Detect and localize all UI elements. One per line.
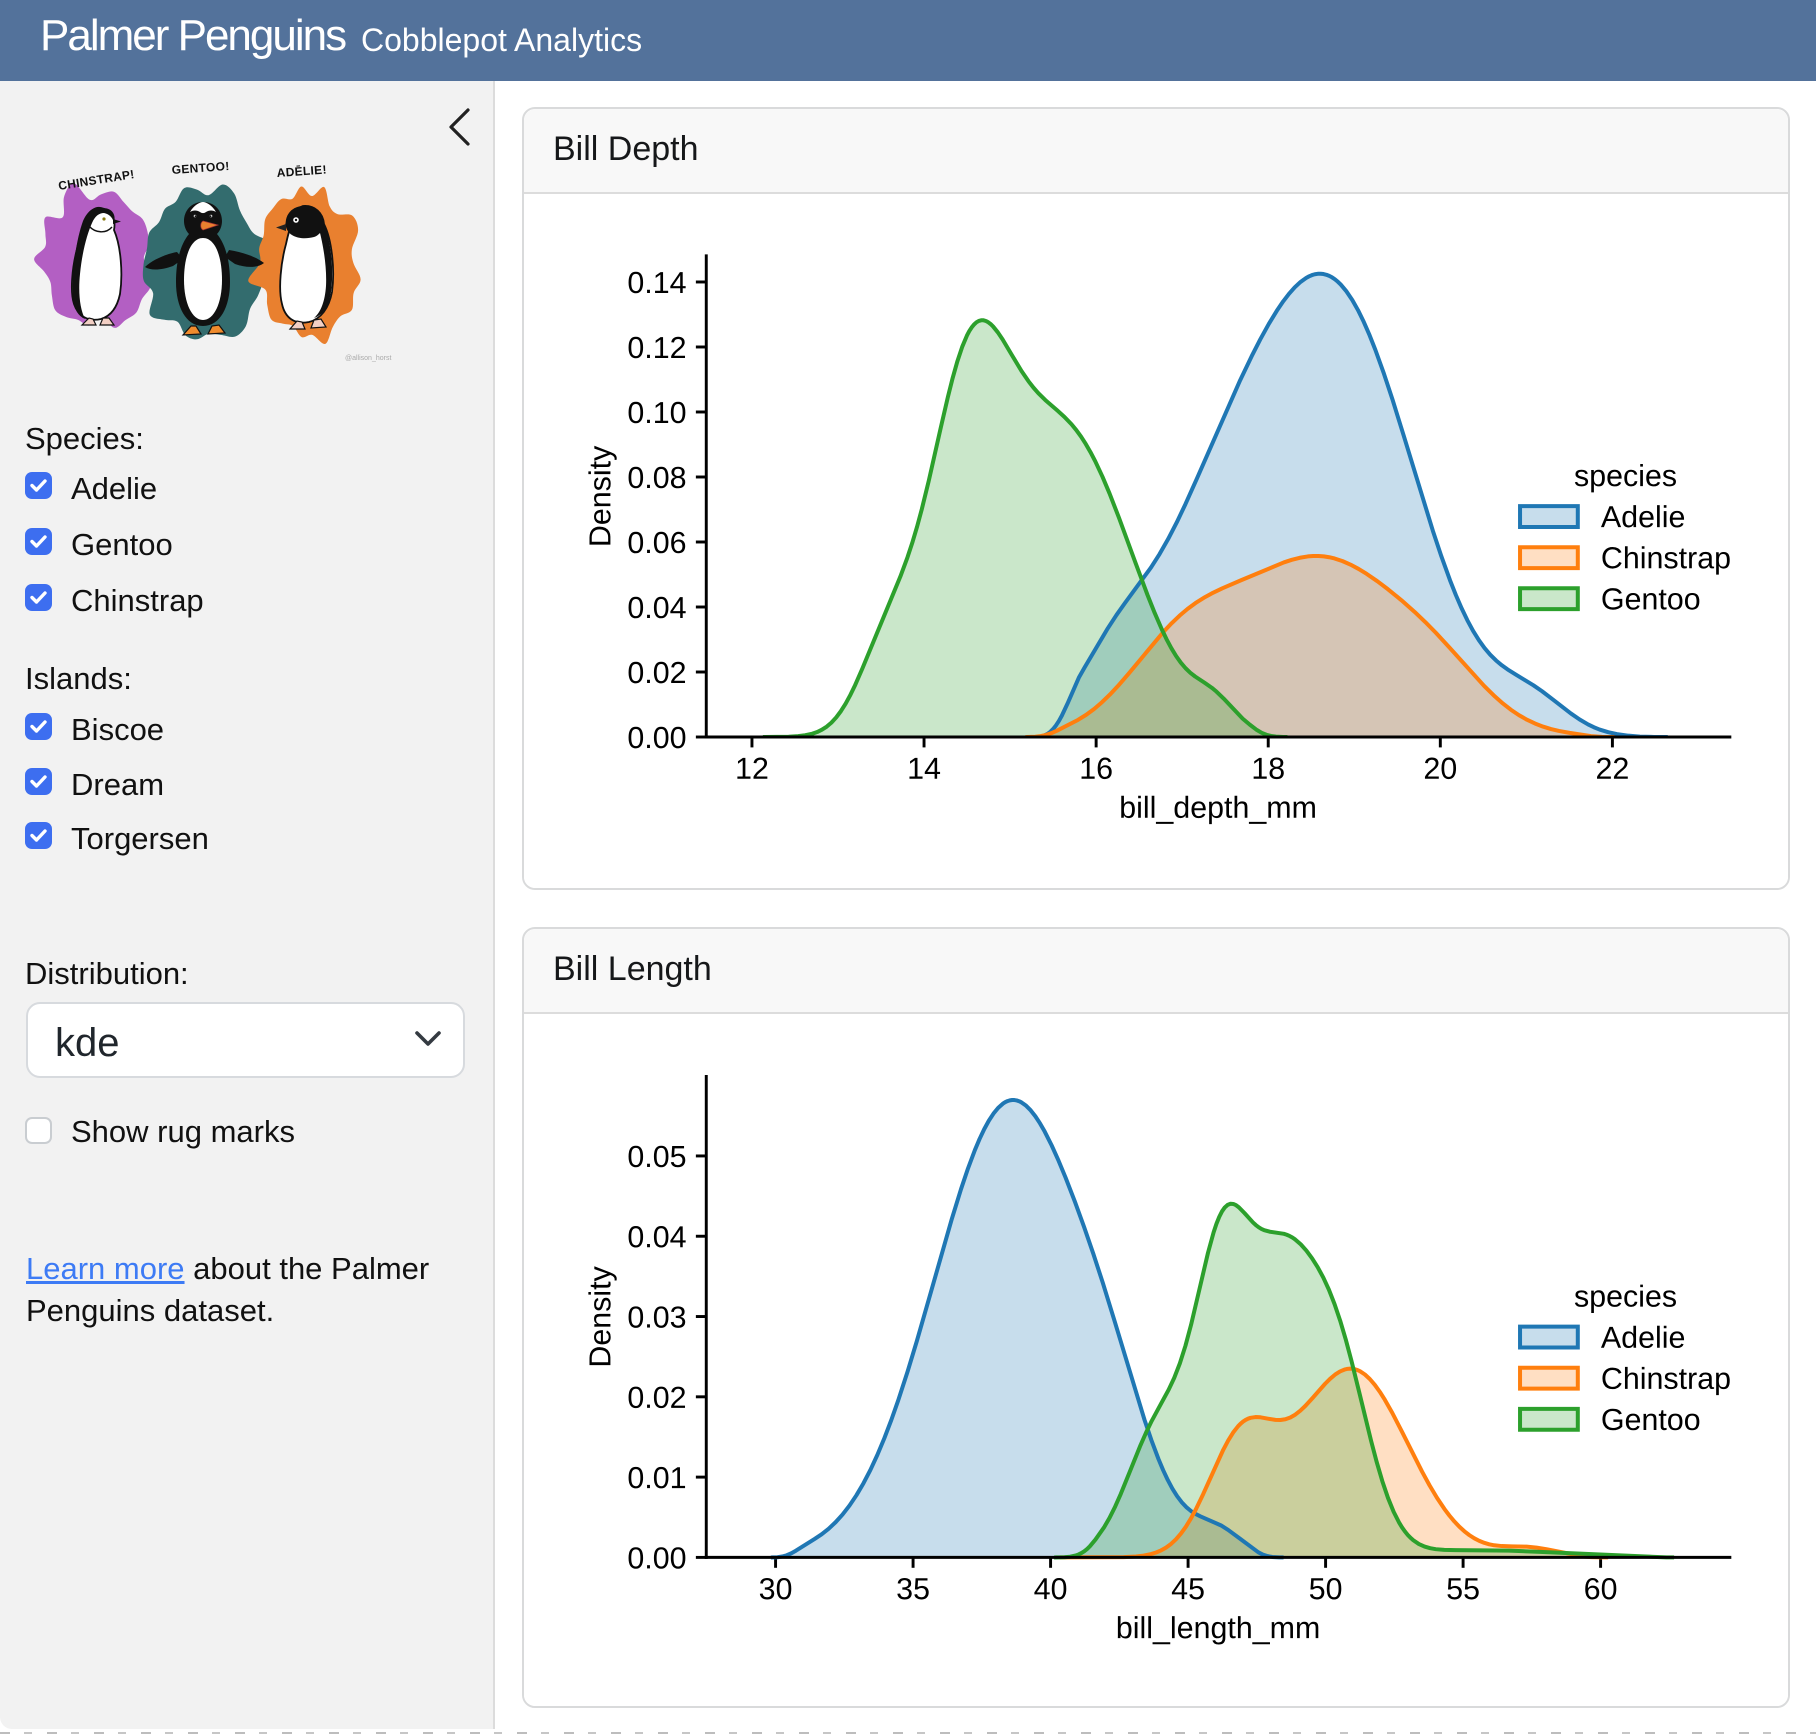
svg-text:ADĒLIE!: ADĒLIE! (276, 163, 327, 180)
svg-text:@allison_horst: @allison_horst (345, 355, 391, 362)
svg-text:GENTOO!: GENTOO! (171, 159, 230, 177)
svg-text:CHINSTRAP!: CHINSTRAP! (57, 167, 135, 193)
